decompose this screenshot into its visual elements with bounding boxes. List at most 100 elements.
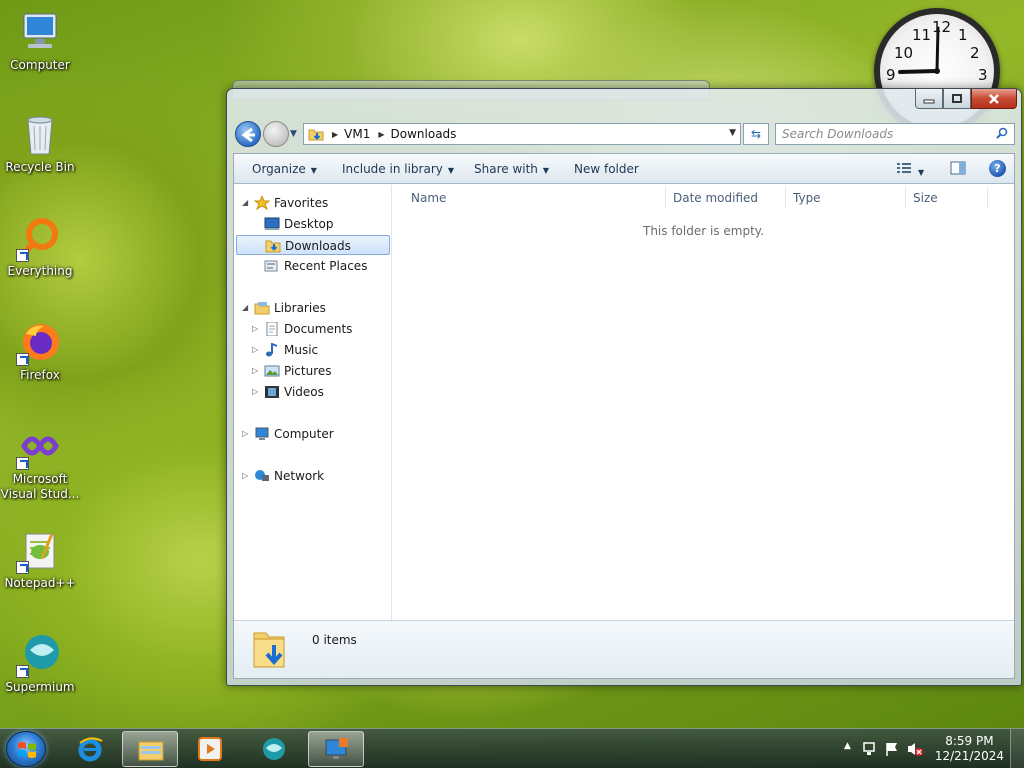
taskbar-supermium[interactable] [246, 731, 302, 767]
nav-item-documents[interactable]: ▷ Documents [234, 319, 384, 339]
start-button[interactable] [6, 731, 46, 767]
desktop-icon-label: Computer [10, 58, 70, 72]
organize-label: Organize [252, 162, 306, 176]
breadcrumb-vm1[interactable]: VM1 [344, 127, 370, 141]
notepadpp-icon [16, 528, 62, 574]
desktop-icon-label: Firefox [20, 368, 60, 382]
refresh-button[interactable]: ⇆ [743, 123, 769, 145]
nav-item-pictures[interactable]: ▷ Pictures [234, 361, 384, 381]
new-folder-button[interactable]: New folder [574, 162, 639, 176]
back-button[interactable] [235, 121, 261, 147]
supermium-icon [16, 632, 62, 678]
column-divider[interactable] [987, 187, 988, 209]
search-input[interactable]: Search Downloads [775, 123, 1015, 145]
include-in-library-button[interactable]: Include in library ▼ [342, 162, 454, 176]
action-center-flag-icon[interactable] [884, 741, 900, 757]
nav-item-computer[interactable]: ▷ Computer [234, 424, 384, 444]
desktop-icon-firefox[interactable]: Firefox [0, 320, 80, 383]
search-icon[interactable] [996, 127, 1008, 139]
nav-label: Favorites [274, 196, 329, 210]
organize-button[interactable]: Organize ▼ [252, 162, 317, 176]
nav-label: Documents [284, 322, 353, 336]
address-bar[interactable]: ▶ VM1 ▶ Downloads ▼ [303, 123, 741, 145]
change-view-button[interactable]: ▼ [896, 161, 924, 178]
forward-button[interactable] [263, 121, 289, 147]
taskbar-remote-desktop[interactable] [308, 731, 364, 767]
address-history-dropdown-icon[interactable]: ▼ [729, 128, 736, 138]
column-divider[interactable] [905, 187, 906, 209]
nav-item-music[interactable]: ▷ Music [234, 340, 384, 360]
nav-item-downloads[interactable]: Downloads [236, 235, 390, 255]
column-divider[interactable] [785, 187, 786, 209]
back-arrow-icon [241, 127, 255, 143]
nav-label: Music [284, 343, 319, 357]
column-header-type[interactable]: Type [793, 185, 821, 211]
desktop-icon-label: Everything [7, 264, 73, 278]
expand-triangle-icon[interactable]: ▷ [252, 340, 258, 360]
new-folder-label: New folder [574, 162, 639, 176]
pictures-icon [264, 365, 280, 377]
share-with-button[interactable]: Share with ▼ [474, 162, 549, 176]
breadcrumb-separator-icon[interactable]: ▶ [332, 130, 338, 139]
nav-item-network[interactable]: ▷ Network [234, 466, 384, 486]
column-header-name[interactable]: Name [411, 185, 446, 211]
taskbar-internet-explorer[interactable] [62, 731, 118, 767]
desktop-icon-visual-studio[interactable]: Microsoft Visual Stud... [0, 424, 80, 502]
explorer-client-area: Organize ▼ Include in library ▼ Share with… [233, 153, 1015, 679]
nav-item-desktop[interactable]: Desktop [234, 214, 384, 234]
desktop-icon-recycle-bin[interactable]: Recycle Bin [0, 112, 80, 175]
breadcrumb-separator-icon[interactable]: ▶ [378, 130, 384, 139]
recycle-bin-icon [18, 112, 62, 156]
nav-item-videos[interactable]: ▷ Videos [234, 382, 384, 402]
show-hidden-icons-icon[interactable]: ▲ [844, 741, 851, 751]
expand-triangle-icon[interactable]: ▷ [242, 424, 248, 444]
everything-icon [16, 216, 62, 262]
desktop-icon-everything[interactable]: Everything [0, 216, 80, 279]
music-icon [266, 343, 278, 357]
column-header-size[interactable]: Size [913, 185, 938, 211]
taskbar: ▲ 8:59 PM 12/21/2024 [0, 728, 1024, 768]
search-placeholder: Search Downloads [782, 127, 894, 141]
collapse-triangle-icon[interactable]: ◢ [242, 298, 248, 318]
expand-triangle-icon[interactable]: ▷ [252, 361, 258, 381]
column-divider[interactable] [665, 187, 666, 209]
expand-triangle-icon[interactable]: ▷ [252, 319, 258, 339]
file-list[interactable]: Name Date modified Type Size This folder… [393, 185, 1014, 620]
column-header-date-modified[interactable]: Date modified [673, 185, 758, 211]
explorer-window[interactable]: ▼ ▶ VM1 ▶ Downloads ▼ ⇆ Search Downloads… [226, 88, 1022, 686]
desktop-icon-notepadpp[interactable]: Notepad++ [0, 528, 80, 591]
taskbar-media-player[interactable] [182, 731, 238, 767]
visual-studio-icon [16, 424, 62, 470]
computer-icon [18, 10, 62, 54]
nav-item-recent-places[interactable]: Recent Places [234, 256, 384, 276]
recent-pages-dropdown-icon[interactable]: ▼ [290, 129, 297, 139]
desktop-icon-supermium[interactable]: Supermium [0, 632, 80, 695]
minimize-button[interactable] [915, 89, 943, 109]
close-icon [989, 93, 999, 104]
minimize-icon [923, 99, 935, 103]
breadcrumb-downloads[interactable]: Downloads [391, 127, 457, 141]
view-list-icon [897, 163, 911, 173]
nav-label: Downloads [285, 239, 351, 253]
desktop-icon-computer[interactable]: Computer [0, 10, 80, 73]
collapse-triangle-icon[interactable]: ◢ [242, 193, 248, 213]
help-button[interactable]: ? [989, 160, 1006, 177]
taskbar-clock[interactable]: 8:59 PM 12/21/2024 [935, 734, 1004, 764]
preview-pane-button[interactable] [950, 161, 966, 178]
nav-item-libraries[interactable]: ◢ Libraries [234, 298, 384, 318]
computer-icon [255, 427, 269, 440]
desktop-icon-label: Recycle Bin [5, 160, 75, 174]
chevron-down-icon: ▼ [447, 166, 455, 175]
taskbar-file-explorer[interactable] [122, 731, 178, 767]
close-button[interactable] [971, 89, 1017, 109]
show-desktop-button[interactable] [1010, 729, 1024, 768]
expand-triangle-icon[interactable]: ▷ [252, 382, 258, 402]
downloads-folder-icon [265, 240, 281, 253]
nav-item-favorites[interactable]: ◢ Favorites [234, 193, 384, 213]
network-tray-icon[interactable] [862, 741, 878, 757]
desktop-icon-label: Supermium [5, 680, 75, 694]
volume-muted-icon[interactable] [906, 741, 924, 757]
desktop-icon-label: Microsoft Visual Stud... [0, 472, 80, 501]
expand-triangle-icon[interactable]: ▷ [242, 466, 248, 486]
maximize-button[interactable] [943, 89, 971, 109]
